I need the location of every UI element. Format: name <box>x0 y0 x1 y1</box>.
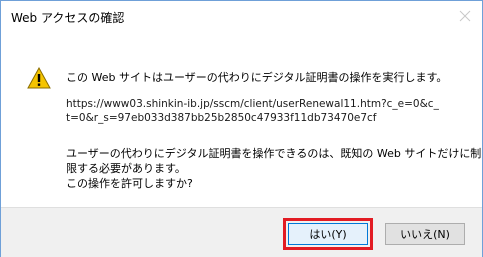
button-bar: はい(Y) いいえ(N) <box>1 207 482 257</box>
dialog-content: この Web サイトはユーザーの代わりにデジタル証明書の操作を実行します。 ht… <box>1 34 482 207</box>
dialog-title: Web アクセスの確認 <box>11 11 125 25</box>
yes-button[interactable]: はい(Y) <box>288 223 368 245</box>
note-line-1: ユーザーの代わりにデジタル証明書を操作できるのは、既知の Web サイトだけに制 <box>66 147 482 160</box>
warning-icon <box>27 66 51 89</box>
title-bar: Web アクセスの確認 <box>1 1 482 34</box>
permission-note: ユーザーの代わりにデジタル証明書を操作できるのは、既知の Web サイトだけに制… <box>66 146 481 191</box>
url-line-2: t=0&r_s=97eb033d387bb25b2850c47933f11db7… <box>66 112 377 124</box>
main-message: この Web サイトはユーザーの代わりにデジタル証明書の操作を実行します。 <box>66 71 448 84</box>
note-line-2: 限する必要があります。 <box>66 162 186 175</box>
no-button[interactable]: いいえ(N) <box>385 223 465 245</box>
web-access-dialog: Web アクセスの確認 この Web サイトはユーザーの代わりにデジタル証明書の… <box>0 0 483 257</box>
site-url: https://www03.shinkin-ib.jp/sscm/client/… <box>66 97 439 125</box>
close-icon[interactable] <box>456 7 474 25</box>
url-line-1: https://www03.shinkin-ib.jp/sscm/client/… <box>66 98 439 110</box>
note-line-3: この操作を許可しますか? <box>66 177 193 190</box>
